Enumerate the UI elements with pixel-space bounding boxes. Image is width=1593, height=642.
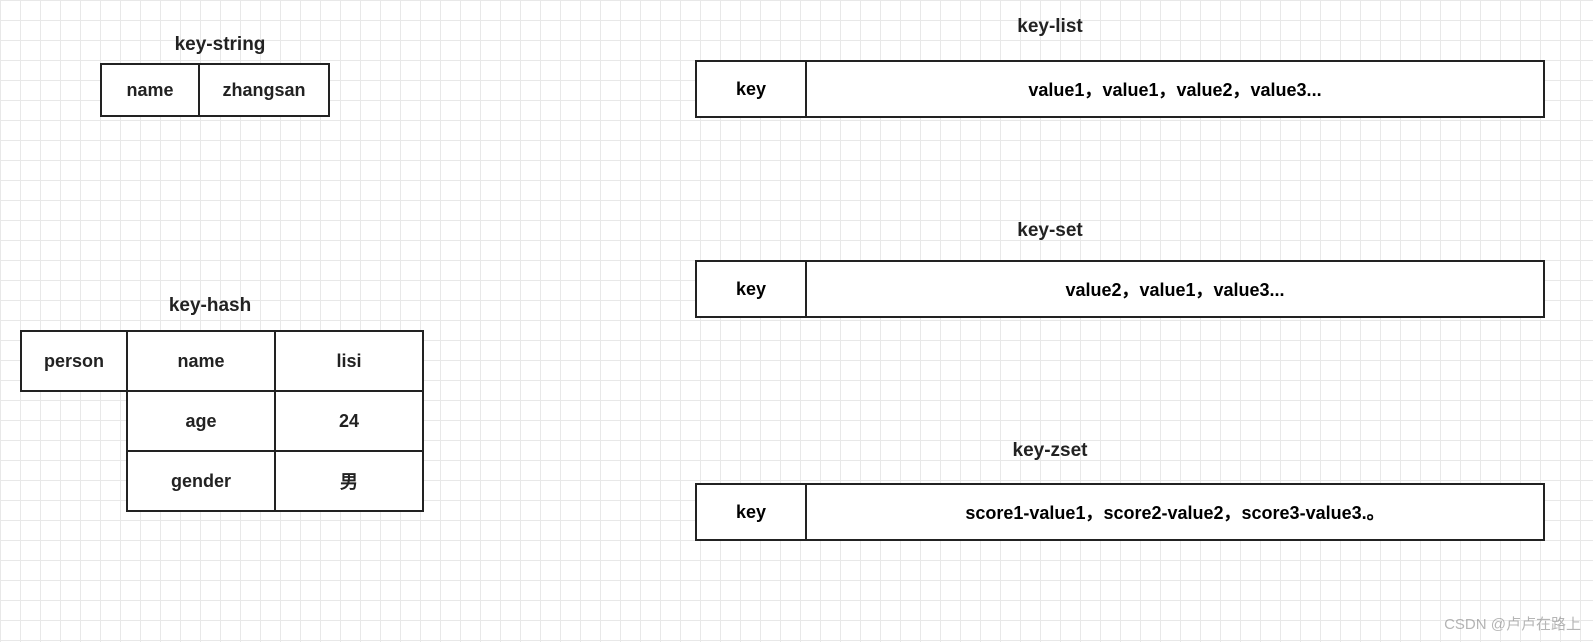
key-hash-row-0: person name lisi bbox=[20, 330, 424, 392]
key-hash-key: person bbox=[20, 330, 128, 392]
key-hash-row-1: age 24 bbox=[126, 390, 424, 452]
key-hash-value-0: lisi bbox=[274, 330, 424, 392]
key-string-box: name zhangsan bbox=[100, 63, 330, 117]
key-set-box: key value2，value1，value3... bbox=[695, 260, 1545, 318]
key-list-value: value1，value1，value2，value3... bbox=[807, 62, 1543, 116]
key-hash-title: key-hash bbox=[160, 295, 260, 317]
key-hash-field-1: age bbox=[126, 390, 276, 452]
key-hash-value-1: 24 bbox=[274, 390, 424, 452]
key-hash-row-2: gender 男 bbox=[126, 450, 424, 512]
key-hash-value-2: 男 bbox=[274, 450, 424, 512]
key-string-key: name bbox=[102, 65, 200, 115]
key-set-value: value2，value1，value3... bbox=[807, 262, 1543, 316]
key-hash-field-0: name bbox=[126, 330, 276, 392]
key-zset-key: key bbox=[697, 485, 807, 539]
key-set-title: key-set bbox=[1000, 220, 1100, 242]
key-set-key: key bbox=[697, 262, 807, 316]
key-string-title: key-string bbox=[160, 34, 280, 56]
key-zset-title: key-zset bbox=[1000, 440, 1100, 462]
key-hash-field-2: gender bbox=[126, 450, 276, 512]
watermark-text: CSDN @卢卢在路上 bbox=[1444, 613, 1581, 634]
key-zset-value: score1-value1，score2-value2，score3-value… bbox=[807, 485, 1543, 539]
key-string-value: zhangsan bbox=[200, 65, 328, 115]
key-zset-box: key score1-value1，score2-value2，score3-v… bbox=[695, 483, 1545, 541]
key-list-box: key value1，value1，value2，value3... bbox=[695, 60, 1545, 118]
key-list-title: key-list bbox=[1000, 16, 1100, 38]
key-list-key: key bbox=[697, 62, 807, 116]
